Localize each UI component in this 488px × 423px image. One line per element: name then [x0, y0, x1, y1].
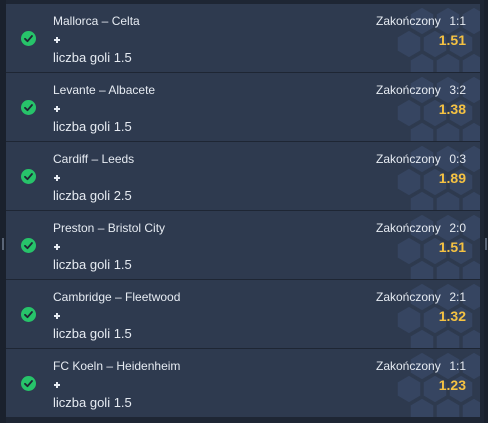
plus-icon: [54, 313, 60, 319]
plus-icon: [54, 37, 60, 43]
match-score: 3:2: [449, 83, 466, 97]
check-circle-icon: [21, 169, 36, 184]
status-label: Zakończony: [376, 83, 441, 97]
status-label: Zakończony: [376, 290, 441, 304]
bet-row[interactable]: Mallorca – Celta liczba goli 1.5 Zakończ…: [6, 4, 480, 72]
match-name: Cambridge – Fleetwood: [53, 290, 181, 304]
odds-value: 1.38: [438, 101, 466, 117]
status-label: Zakończony: [376, 14, 441, 28]
bet-row[interactable]: Cardiff – Leeds liczba goli 2.5 Zakończo…: [6, 142, 480, 210]
bet-row[interactable]: Preston – Bristol City liczba goli 1.5 Z…: [6, 211, 480, 279]
odds-value: 1.89: [438, 170, 466, 186]
plus-icon: [54, 106, 60, 112]
check-circle-icon: [21, 100, 36, 115]
match-name: Cardiff – Leeds: [53, 152, 135, 166]
odds-value: 1.51: [438, 239, 466, 255]
bet-row[interactable]: Levante – Albacete liczba goli 1.5 Zakoń…: [6, 73, 480, 141]
odds-value: 1.51: [438, 32, 466, 48]
market-name: liczba goli 2.5: [53, 188, 132, 203]
market-name: liczba goli 1.5: [53, 50, 132, 65]
market-name: liczba goli 1.5: [53, 257, 132, 272]
panel-edge-mark: [485, 238, 487, 250]
check-circle-icon: [21, 307, 36, 322]
match-name: Mallorca – Celta: [53, 14, 140, 28]
status-label: Zakończony: [376, 359, 441, 373]
bet-row[interactable]: Cambridge – Fleetwood liczba goli 1.5 Za…: [6, 280, 480, 348]
status-label: Zakończony: [376, 152, 441, 166]
match-name: FC Koeln – Heidenheim: [53, 359, 181, 373]
market-name: liczba goli 1.5: [53, 119, 132, 134]
bet-row[interactable]: FC Koeln – Heidenheim liczba goli 1.5 Za…: [6, 349, 480, 417]
bet-list: Mallorca – Celta liczba goli 1.5 Zakończ…: [6, 4, 480, 418]
market-name: liczba goli 1.5: [53, 326, 132, 341]
plus-icon: [54, 175, 60, 181]
market-name: liczba goli 1.5: [53, 395, 132, 410]
odds-value: 1.23: [438, 377, 466, 393]
match-score: 1:1: [449, 14, 466, 28]
plus-icon: [54, 244, 60, 250]
match-name: Levante – Albacete: [53, 83, 156, 97]
check-circle-icon: [21, 238, 36, 253]
status-label: Zakończony: [376, 221, 441, 235]
match-score: 2:1: [449, 290, 466, 304]
check-circle-icon: [21, 31, 36, 46]
odds-value: 1.32: [438, 308, 466, 324]
panel-edge-mark: [2, 238, 4, 250]
match-score: 2:0: [449, 221, 466, 235]
panel-right-edge: [484, 0, 488, 423]
coupon-panel: Mallorca – Celta liczba goli 1.5 Zakończ…: [0, 0, 488, 423]
plus-icon: [54, 382, 60, 388]
check-circle-icon: [21, 376, 36, 391]
match-score: 1:1: [449, 359, 466, 373]
match-score: 0:3: [449, 152, 466, 166]
match-name: Preston – Bristol City: [53, 221, 166, 235]
